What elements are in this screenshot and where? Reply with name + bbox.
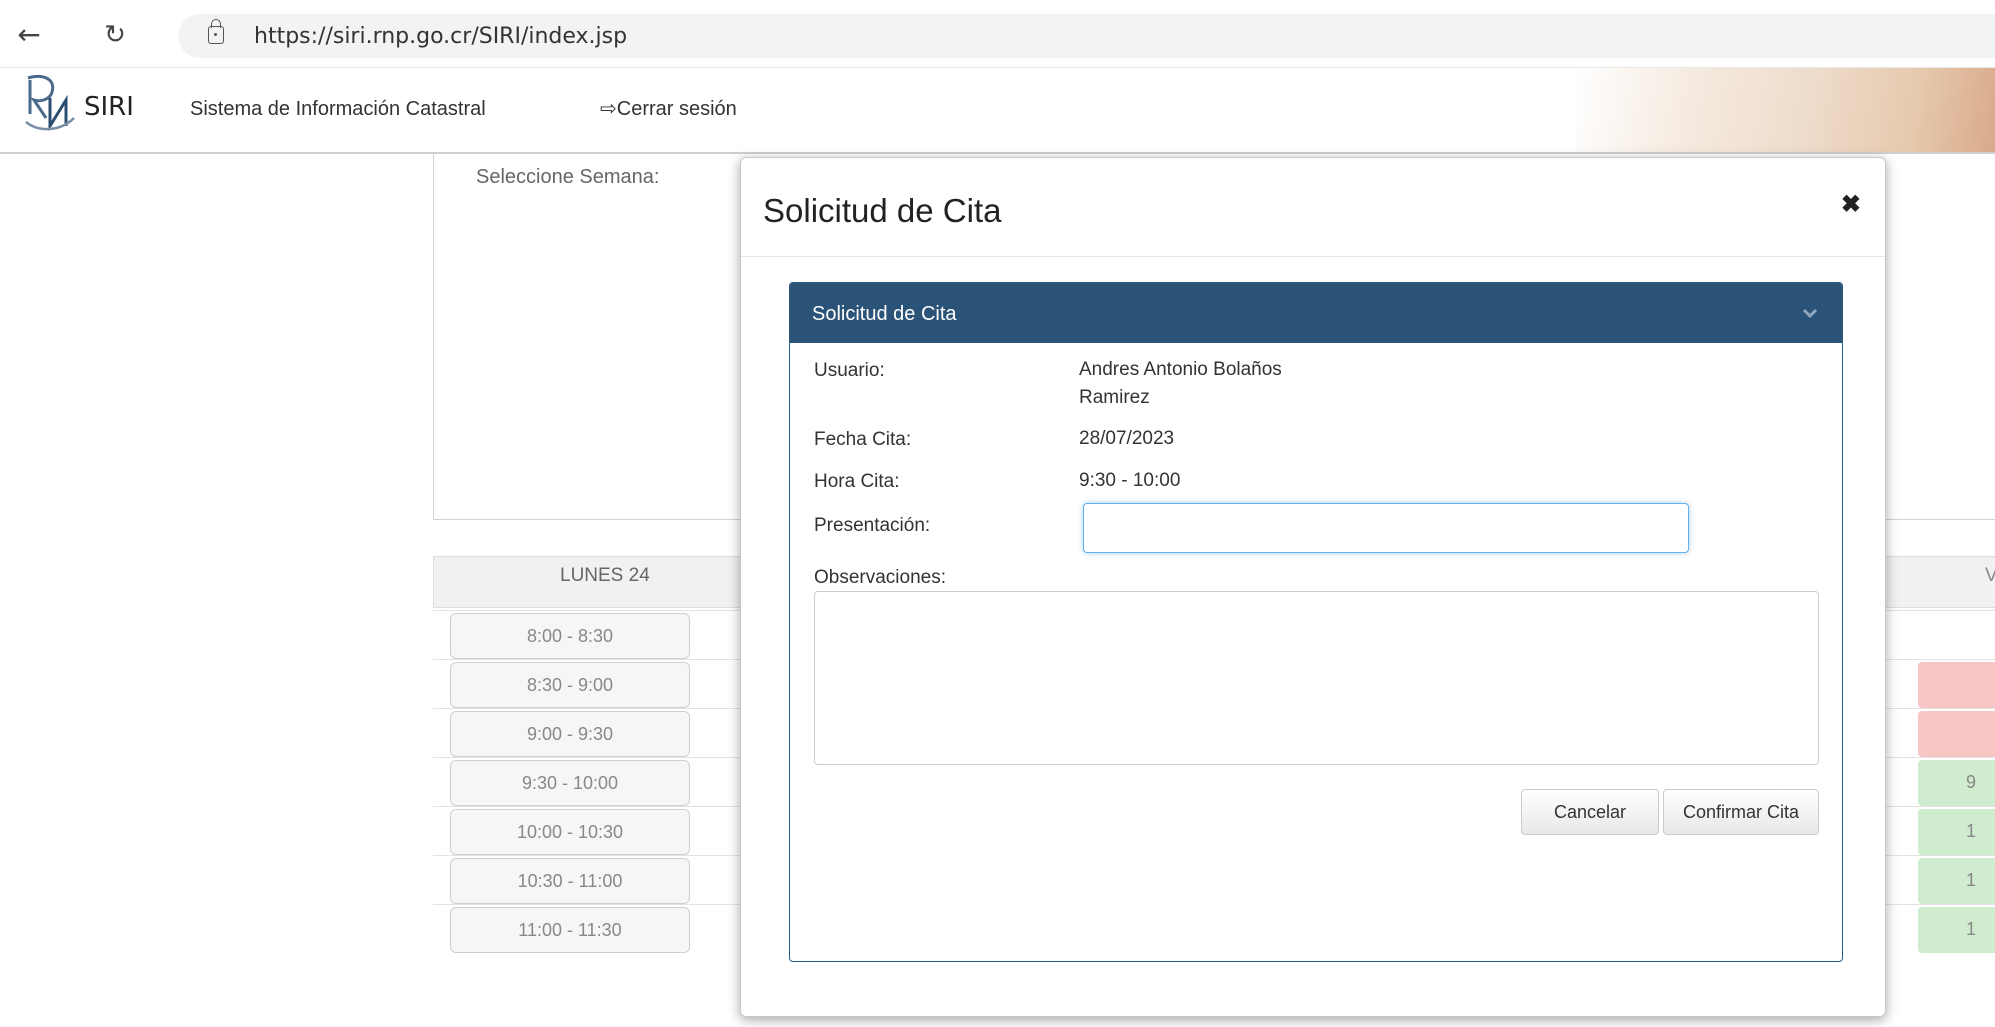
browser-toolbar: ← ↻ https://siri.rnp.go.cr/SIRI/index.js… xyxy=(0,0,1995,68)
app-header: SIRI Sistema de Información Catastral ⇨C… xyxy=(0,68,1995,154)
time-slot-button[interactable]: 10:00 - 10:30 xyxy=(450,809,690,855)
appointment-panel: Solicitud de Cita Usuario: Andres Antoni… xyxy=(789,282,1843,962)
time-slot-button[interactable]: 8:30 - 9:00 xyxy=(450,662,690,708)
time-slot-button[interactable]: 10:30 - 11:00 xyxy=(450,858,690,904)
time-slot-button[interactable]: 9:30 - 10:00 xyxy=(450,760,690,806)
system-title: Sistema de Información Catastral xyxy=(190,98,486,120)
reload-icon[interactable]: ↻ xyxy=(100,20,130,50)
partial-time-slot[interactable]: 9 xyxy=(1918,760,1995,806)
usuario-value: Andres Antonio Bolaños Ramirez xyxy=(1079,356,1282,412)
partial-time-slot[interactable]: 1 xyxy=(1918,809,1995,855)
hora-value: 9:30 - 10:00 xyxy=(1079,470,1181,491)
close-icon[interactable]: ✖ xyxy=(1841,190,1861,219)
partial-time-slot[interactable] xyxy=(1918,711,1995,757)
fecha-value: 28/07/2023 xyxy=(1079,428,1175,449)
cancel-button[interactable]: Cancelar xyxy=(1521,789,1659,835)
presentacion-input[interactable] xyxy=(1083,503,1689,553)
appointment-modal: Solicitud de Cita ✖ Solicitud de Cita Us… xyxy=(740,157,1886,1017)
logout-label: Cerrar sesión xyxy=(616,98,737,120)
observaciones-label: Observaciones: xyxy=(814,567,947,588)
confirm-appointment-button[interactable]: Confirmar Cita xyxy=(1663,789,1819,835)
panel-header[interactable]: Solicitud de Cita xyxy=(790,283,1842,343)
day-column-label: LUNES 24 xyxy=(560,565,650,586)
lock-icon[interactable] xyxy=(208,19,224,44)
fecha-label: Fecha Cita: xyxy=(814,429,912,450)
presentacion-label: Presentación: xyxy=(814,515,931,536)
partial-time-slot[interactable] xyxy=(1918,662,1995,708)
usuario-label: Usuario: xyxy=(814,360,885,381)
observaciones-textarea[interactable] xyxy=(814,591,1819,765)
rn-logo-icon xyxy=(25,75,75,132)
logout-link[interactable]: ⇨Cerrar sesión xyxy=(600,96,737,121)
modal-title: Solicitud de Cita xyxy=(763,192,1002,229)
logout-icon: ⇨ xyxy=(600,98,617,120)
usuario-name-line2: Ramirez xyxy=(1079,387,1150,408)
url-text[interactable]: https://siri.rnp.go.cr/SIRI/index.jsp xyxy=(254,24,627,49)
brand-name: SIRI xyxy=(84,92,134,122)
time-slot-button[interactable]: 11:00 - 11:30 xyxy=(450,907,690,953)
next-day-column-label: V xyxy=(1985,565,1995,586)
time-slot-button[interactable]: 8:00 - 8:30 xyxy=(450,613,690,659)
partial-time-slot[interactable]: 1 xyxy=(1918,907,1995,953)
week-selector-label: Seleccione Semana: xyxy=(476,166,660,188)
header-decoration xyxy=(1575,68,1995,152)
modal-divider xyxy=(741,256,1885,257)
chevron-down-icon[interactable] xyxy=(1802,305,1818,321)
time-slot-button[interactable]: 9:00 - 9:30 xyxy=(450,711,690,757)
usuario-name-line1: Andres Antonio Bolaños xyxy=(1079,359,1282,380)
partial-time-slot[interactable]: 1 xyxy=(1918,858,1995,904)
back-arrow-icon[interactable]: ← xyxy=(14,20,44,50)
hora-label: Hora Cita: xyxy=(814,471,900,492)
panel-title: Solicitud de Cita xyxy=(812,303,957,325)
address-bar[interactable]: https://siri.rnp.go.cr/SIRI/index.jsp xyxy=(178,14,1995,58)
